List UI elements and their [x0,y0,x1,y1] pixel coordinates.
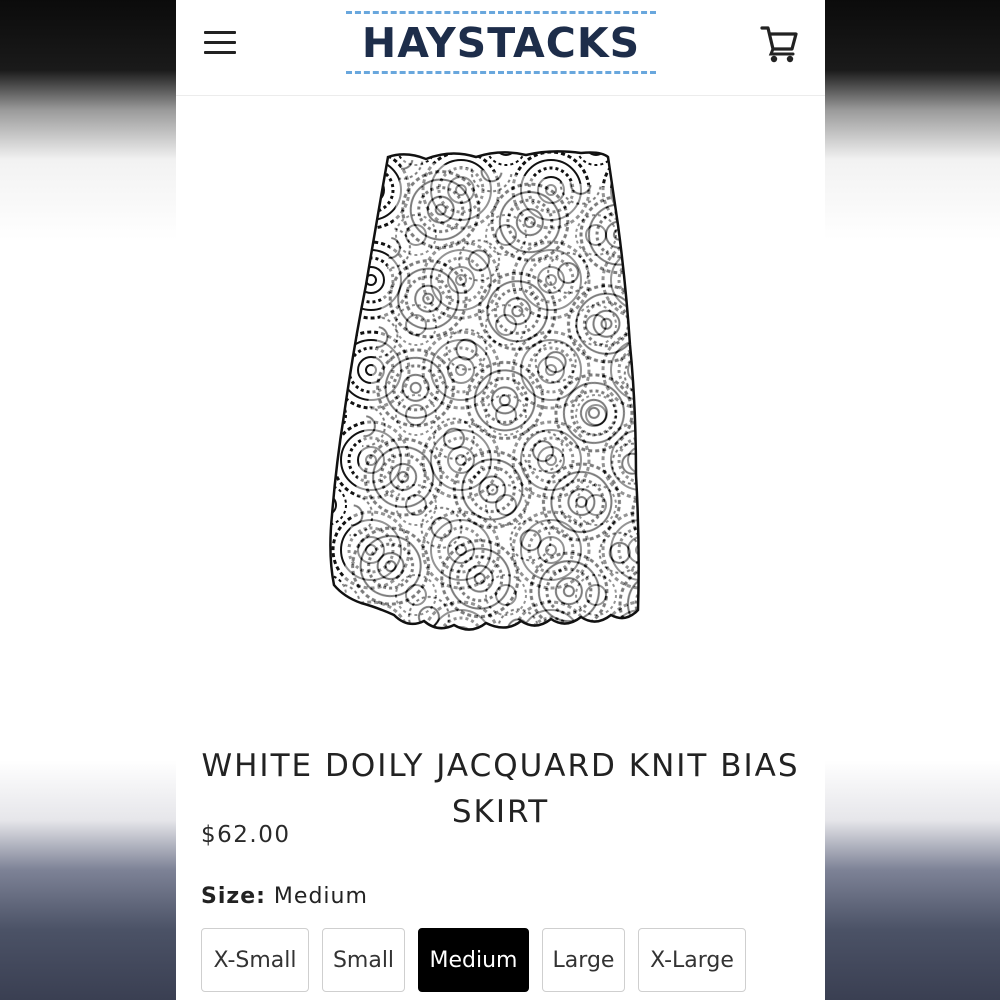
site-header: HAYSTACKS [176,0,825,96]
brand-logo[interactable]: HAYSTACKS [344,9,658,77]
mobile-page: HAYSTACKS WHITE DOILY JACQUARD KNIT BIAS… [176,0,825,1000]
brand-name: HAYSTACKS [361,19,641,67]
logo-bottom-dashes [346,71,656,74]
product-title: WHITE DOILY JACQUARD KNIT BIAS SKIRT [201,747,800,830]
product-price: $62.00 [201,822,291,848]
size-option-small[interactable]: Small [322,928,405,992]
shopping-cart-icon[interactable] [760,22,800,64]
hamburger-menu-icon[interactable] [202,28,238,58]
size-option-medium[interactable]: Medium [418,928,529,992]
product-image[interactable] [326,145,666,645]
size-option-x-small[interactable]: X-Small [201,928,309,992]
size-option-large[interactable]: Large [542,928,625,992]
size-selection-label: Size: Medium [201,884,368,909]
size-label: Size: [201,884,266,909]
size-selected-value: Medium [273,884,368,909]
logo-top-dashes [346,11,656,14]
size-option-x-large[interactable]: X-Large [638,928,746,992]
